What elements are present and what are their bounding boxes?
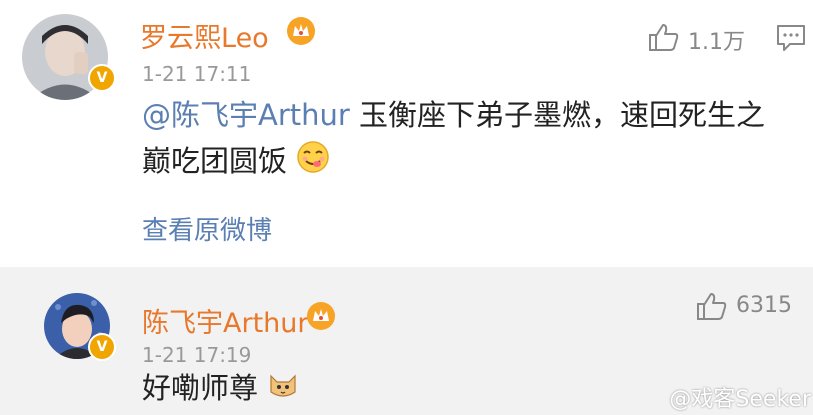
timestamp: 1-21 17:11 — [142, 62, 252, 86]
author-name[interactable]: 陈飞宇Arthur — [142, 301, 308, 340]
view-original-link[interactable]: 查看原微博 — [142, 210, 272, 247]
thumbs-up-icon[interactable] — [648, 22, 680, 56]
like-count: 1.1万 — [688, 30, 745, 55]
cat-emoji — [267, 367, 299, 413]
like-count: 6315 — [736, 293, 792, 318]
comment-card-2: V 陈飞宇Arthur 1-21 17:19 6315 好嘞师尊 @戏客Seek… — [0, 267, 813, 415]
comment-text-line1: 玉衡座下弟子墨燃，速回死生之 — [349, 98, 766, 132]
comment-icon[interactable] — [776, 24, 806, 56]
reply-text-line: 好嘞师尊 — [142, 371, 259, 405]
reply-text: 好嘞师尊 — [142, 365, 299, 413]
thumbs-up-icon[interactable] — [696, 291, 728, 325]
comment-text-line2: 巅吃团圆饭 — [142, 144, 288, 178]
author-name[interactable]: 罗云熙Leo — [140, 16, 269, 55]
crown-badge-icon — [306, 301, 336, 335]
timestamp: 1-21 17:19 — [142, 343, 252, 367]
verified-badge: V — [88, 64, 116, 92]
verified-badge: V — [88, 333, 116, 361]
comment-card-1: V 罗云熙Leo 1-21 17:11 1.1万 @陈飞宇Arthur 玉衡座下… — [0, 0, 813, 267]
yummy-face-emoji — [296, 140, 330, 187]
mention-link[interactable]: @陈飞宇Arthur — [142, 98, 350, 132]
comment-text: @陈飞宇Arthur 玉衡座下弟子墨燃，速回死生之 巅吃团圆饭 — [142, 92, 802, 187]
watermark: @戏客Seeker — [669, 387, 811, 412]
crown-badge-icon — [286, 16, 316, 50]
